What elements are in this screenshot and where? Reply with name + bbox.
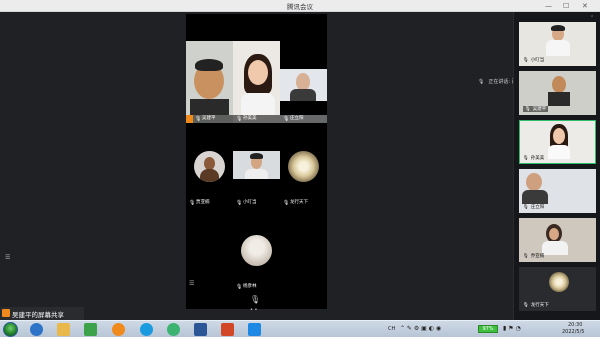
tray-icons[interactable]: ⌃ ✎ ⚙ ▣ ◐ ◉: [400, 325, 441, 332]
clock-date[interactable]: 2022/5/5: [562, 329, 584, 335]
sidebar-item[interactable]: 🎙 吴建平: [519, 71, 596, 115]
window-title-bar: 腾讯会议 — ☐ ✕: [0, 0, 600, 12]
microphone-icon: 🎙: [236, 284, 243, 290]
close-icon[interactable]: ✕: [582, 1, 588, 11]
firefox-icon[interactable]: [112, 323, 125, 336]
video-tile[interactable]: 🎙 龙行天下: [280, 125, 327, 207]
participant-name: 龙行天下: [530, 303, 549, 308]
participant-sidebar: ⌃ 🎙 小叮当 🎙 吴建平 🎙 孙美美 🎙 庄立阳 🎙 乔亚楠 🎙 龙行天下: [513, 12, 600, 320]
participant-name: 贾亚楠: [196, 200, 210, 205]
microphone-icon: 🎙: [525, 107, 531, 112]
powerpoint-icon[interactable]: [221, 323, 234, 336]
participant-name: 吴建平: [532, 107, 547, 112]
microphone-icon: 🎙: [236, 116, 243, 122]
avatar: [288, 151, 319, 182]
video-tile[interactable]: 🎙 贾亚楠: [186, 125, 233, 207]
host-icon: [186, 115, 193, 123]
participant-name: 孙美美: [530, 156, 545, 161]
microphone-icon: 🎙: [236, 200, 243, 206]
participant-name: 孙美美: [243, 116, 257, 121]
microphone-icon: 🎙: [523, 303, 529, 308]
participant-name: 杨彦林: [243, 284, 257, 289]
tray-status-icons[interactable]: ▮ ⚑ ◔: [503, 325, 521, 332]
participant-name: 小叮当: [530, 58, 545, 63]
microphone-icon: 🎙: [523, 254, 529, 259]
participant-name: 小叮当: [243, 200, 257, 205]
microphone-icon: 🎙: [195, 116, 202, 122]
participant-list-icon[interactable]: ☰: [5, 254, 10, 261]
media-player-icon[interactable]: [84, 323, 97, 336]
microphone-icon: 🎙: [523, 205, 529, 210]
video-tile[interactable]: 🎙 吴建平: [186, 41, 233, 123]
input-method-indicator[interactable]: CH: [388, 326, 395, 332]
list-icon[interactable]: ☰: [189, 280, 194, 287]
screen-share-label: 吴建平的屏幕共享: [12, 311, 64, 319]
sidebar-item[interactable]: 🎙 庄立阳: [519, 169, 596, 213]
microphone-icon: 🎙: [283, 116, 290, 122]
maximize-icon[interactable]: ☐: [563, 1, 569, 11]
sidebar-item[interactable]: 🎙 小叮当: [519, 22, 596, 66]
avatar: [194, 151, 225, 182]
microphone-icon: 🎙: [523, 156, 529, 161]
video-tile[interactable]: 🎙 孙美美: [233, 41, 280, 123]
minimize-icon[interactable]: —: [545, 1, 552, 11]
page-dots: • •: [250, 307, 258, 313]
tencent-meeting-icon[interactable]: [248, 323, 261, 336]
video-tile[interactable]: 🎙 杨彦林: [233, 209, 280, 291]
microphone-icon: 🎙: [478, 79, 485, 85]
wechat-icon[interactable]: [167, 323, 180, 336]
file-explorer-icon[interactable]: [57, 323, 70, 336]
participant-name: 吴建平: [202, 116, 216, 121]
microphone-icon: 🎙: [523, 58, 529, 63]
participant-name: 庄立阳: [290, 116, 304, 121]
participant-name: 乔亚楠: [530, 254, 545, 259]
window-title: 腾讯会议: [287, 3, 313, 11]
participant-name: 龙行天下: [290, 200, 308, 205]
microphone-icon: 🎙: [283, 200, 290, 206]
battery-indicator[interactable]: 97%: [478, 325, 498, 333]
screen-share-banner[interactable]: 吴建平的屏幕共享: [0, 307, 84, 320]
collapse-icon[interactable]: ⌃: [590, 15, 594, 21]
browser-icon[interactable]: [140, 323, 153, 336]
clock-time[interactable]: 20:30: [568, 322, 582, 328]
sidebar-item[interactable]: 🎙 孙美美: [519, 120, 596, 164]
taskbar: CH ⌃ ✎ ⚙ ▣ ◐ ◉ 97% ▮ ⚑ ◔ 20:30 2022/5/5: [0, 320, 600, 337]
microphone-icon: 🎙: [189, 200, 196, 206]
avatar: [241, 235, 272, 266]
video-tile[interactable]: 🎙 庄立阳: [280, 69, 327, 123]
internet-explorer-icon[interactable]: [30, 323, 43, 336]
participant-name: 庄立阳: [530, 205, 545, 210]
video-tile[interactable]: 🎙 小叮当: [233, 151, 280, 207]
sidebar-item[interactable]: 🎙 龙行天下: [519, 267, 596, 311]
participant-video: [233, 151, 280, 179]
word-icon[interactable]: [194, 323, 207, 336]
microphone-icon[interactable]: 🎙: [250, 295, 260, 304]
sidebar-item[interactable]: 🎙 乔亚楠: [519, 218, 596, 262]
start-button[interactable]: [3, 322, 18, 337]
screen-share-icon: [2, 309, 10, 317]
shared-screen-view: 🎙 吴建平 🎙 孙美美 🎙 庄立阳 🎙 贾亚楠 🎙 小叮当 🎙 龙行天下 🎙 杨…: [186, 14, 327, 313]
avatar: [549, 272, 569, 292]
